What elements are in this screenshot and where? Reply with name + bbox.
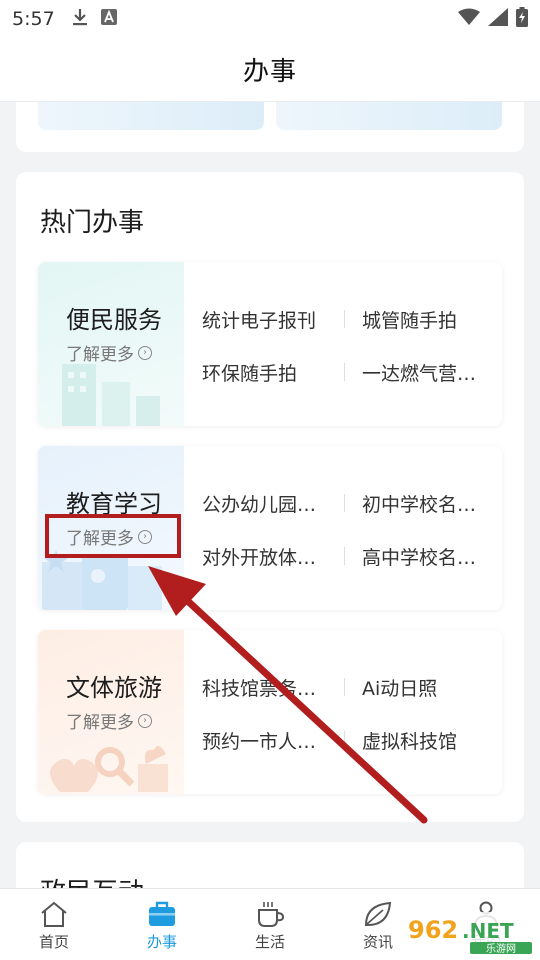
top-tile-left[interactable] [38,102,264,130]
service-link[interactable]: 公办幼儿园… [202,490,316,517]
service-link[interactable]: 一达燃气营… [362,359,476,386]
divider [344,731,345,749]
top-card [16,102,524,152]
nav-item-services[interactable]: 办事 [108,889,216,960]
nav-item-home[interactable]: 首页 [0,889,108,960]
wifi-icon [458,8,480,30]
app-header: 办事 [0,38,540,102]
nav-label: 办事 [146,933,177,951]
learn-more-label: 了解更多 [66,345,134,365]
app-a-icon [100,9,117,29]
divider [344,547,345,565]
briefcase-icon [145,899,179,929]
home-icon [37,899,71,929]
nav-label: 首页 [38,933,69,951]
leaf-icon [361,899,395,929]
service-card-banner: 便民服务 了解更多 › [38,262,184,426]
download-icon [71,7,89,31]
svg-text:962: 962 [408,916,458,944]
learn-more-link[interactable]: 了解更多 › [66,708,152,733]
service-card-title: 便民服务 [66,306,162,334]
travel-icon [50,745,168,792]
svg-text:乐游网: 乐游网 [486,942,516,955]
chevron-right-icon: › [138,345,152,360]
service-link[interactable]: 预约一市人… [202,727,316,754]
divider [344,678,345,696]
nav-label: 生活 [254,933,285,951]
nav-label: 资讯 [362,933,393,951]
watermark-logo: 962 .NET 乐游网 [400,912,536,955]
service-card-banner: 文体旅游 了解更多 › [38,630,184,794]
service-link[interactable]: 初中学校名… [362,490,476,517]
service-link[interactable]: 城管随手拍 [362,306,457,333]
nav-item-life[interactable]: 生活 [216,889,324,960]
highlight-box [45,514,181,558]
service-link[interactable]: 对外开放体… [202,543,316,570]
top-tile-right[interactable] [276,102,502,130]
service-link[interactable]: Ai动日照 [362,674,437,701]
service-link[interactable]: 科技馆票务… [202,674,316,701]
service-link[interactable]: 环保随手拍 [202,359,297,386]
signal-icon [488,8,508,30]
status-bar: 5:57 [0,0,540,38]
chevron-right-icon: › [138,713,152,728]
divider [344,363,345,381]
service-card-culture-tourism[interactable]: 文体旅游 了解更多 › 科技馆票务… Ai动日照 预约一市人… 虚拟科技馆 [38,630,502,794]
service-link[interactable]: 虚拟科技馆 [362,727,457,754]
divider [344,310,345,328]
cup-icon [253,899,287,929]
battery-icon [516,7,528,31]
hot-services-section: 热门办事 便民服务 了解更多 › 统计电子报刊 城管随手拍 环保随手拍 一达燃气… [16,172,524,822]
service-card-convenience[interactable]: 便民服务 了解更多 › 统计电子报刊 城管随手拍 环保随手拍 一达燃气营… [38,262,502,426]
learn-more-label: 了解更多 [66,713,134,733]
page-title: 办事 [242,57,297,87]
service-link[interactable]: 统计电子报刊 [202,306,316,333]
divider [344,494,345,512]
svg-text:.NET: .NET [462,919,514,943]
learn-more-link[interactable]: 了解更多 › [66,340,152,365]
status-time: 5:57 [12,8,55,30]
service-link[interactable]: 高中学校名… [362,543,476,570]
service-card-title: 文体旅游 [66,674,162,702]
section-title: 热门办事 [40,208,145,238]
